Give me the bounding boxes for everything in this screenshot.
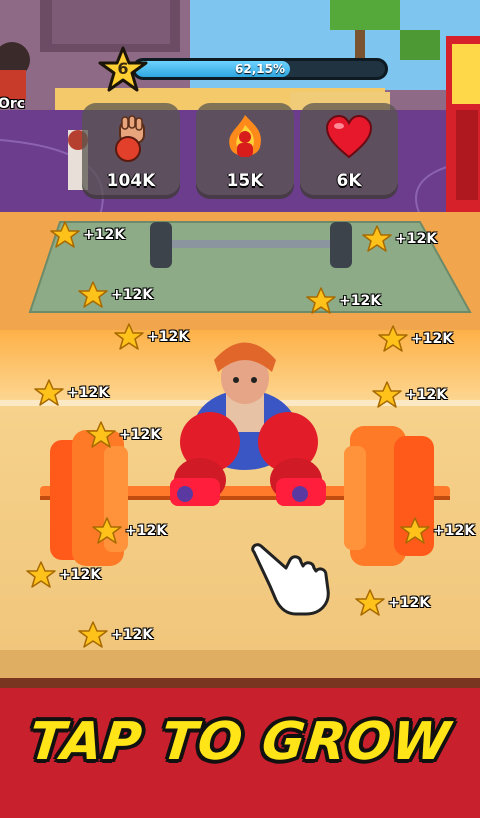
coin-popup: +12K [306, 286, 381, 316]
coin-popup-label: +12K [395, 231, 438, 247]
coin-popup-label: +12K [83, 227, 126, 243]
coin-popup-label: +12K [388, 595, 431, 611]
star-coin-icon [114, 323, 144, 350]
star-coin-icon [92, 517, 122, 544]
coin-popup: +12K [362, 224, 437, 254]
stat-card-health[interactable]: 6K [300, 103, 398, 199]
coin-popup: +12K [372, 380, 447, 410]
fire-muscle-icon [220, 113, 270, 163]
game-scene[interactable]: Orc 62,15% 6 104K 15K 6K +12K +12K +12K … [0, 0, 480, 818]
coin-popup: +12K [34, 378, 109, 408]
stat-value-power: 15K [226, 171, 264, 191]
coin-popup-label: +12K [119, 427, 162, 443]
coin-popup: +12K [355, 588, 430, 618]
star-coin-icon [378, 325, 408, 352]
star-coin-icon [86, 421, 116, 448]
tap-hand-icon [251, 543, 330, 616]
star-coin-icon [372, 381, 402, 408]
star-coin-icon [34, 379, 64, 406]
level-badge: 6 [98, 46, 148, 92]
star-coin-icon [78, 281, 108, 308]
star-coin-icon [50, 221, 80, 248]
level-number: 6 [117, 59, 129, 78]
coin-popup-label: +12K [405, 387, 448, 403]
coin-popup-label: +12K [111, 627, 154, 643]
star-coin-icon [78, 621, 108, 648]
coin-popup: +12K [92, 516, 167, 546]
coin-popup: +12K [400, 516, 475, 546]
coin-popup: +12K [26, 560, 101, 590]
tap-to-grow-banner-text: TAP TO GROW [26, 712, 454, 772]
coin-popup-label: +12K [411, 331, 454, 347]
coin-popup-label: +12K [59, 567, 102, 583]
coin-popup: +12K [86, 420, 161, 450]
star-coin-icon [306, 287, 336, 314]
stat-card-power[interactable]: 15K [196, 103, 294, 199]
stat-card-strength[interactable]: 104K [82, 103, 180, 199]
heart-icon [324, 113, 374, 163]
coin-popup-label: +12K [67, 385, 110, 401]
coin-popup-label: +12K [147, 329, 190, 345]
stat-value-strength: 104K [106, 171, 156, 191]
stat-value-health: 6K [336, 171, 362, 191]
coin-popup-label: +12K [433, 523, 476, 539]
star-coin-icon [26, 561, 56, 588]
star-coin-icon [355, 589, 385, 616]
coin-popup: +12K [78, 620, 153, 650]
level-progress-bar: 62,15% [132, 58, 388, 80]
coin-popup: +12K [378, 324, 453, 354]
coin-popup-label: +12K [339, 293, 382, 309]
star-coin-icon [400, 517, 430, 544]
rival-name-label: Orc [0, 96, 26, 112]
coin-popup: +12K [78, 280, 153, 310]
fist-icon [106, 113, 156, 163]
level-progress-text: 62,15% [235, 62, 285, 76]
coin-popup: +12K [114, 322, 189, 352]
coin-popup-label: +12K [125, 523, 168, 539]
coin-popup: +12K [50, 220, 125, 250]
star-coin-icon [362, 225, 392, 252]
coin-popup-label: +12K [111, 287, 154, 303]
